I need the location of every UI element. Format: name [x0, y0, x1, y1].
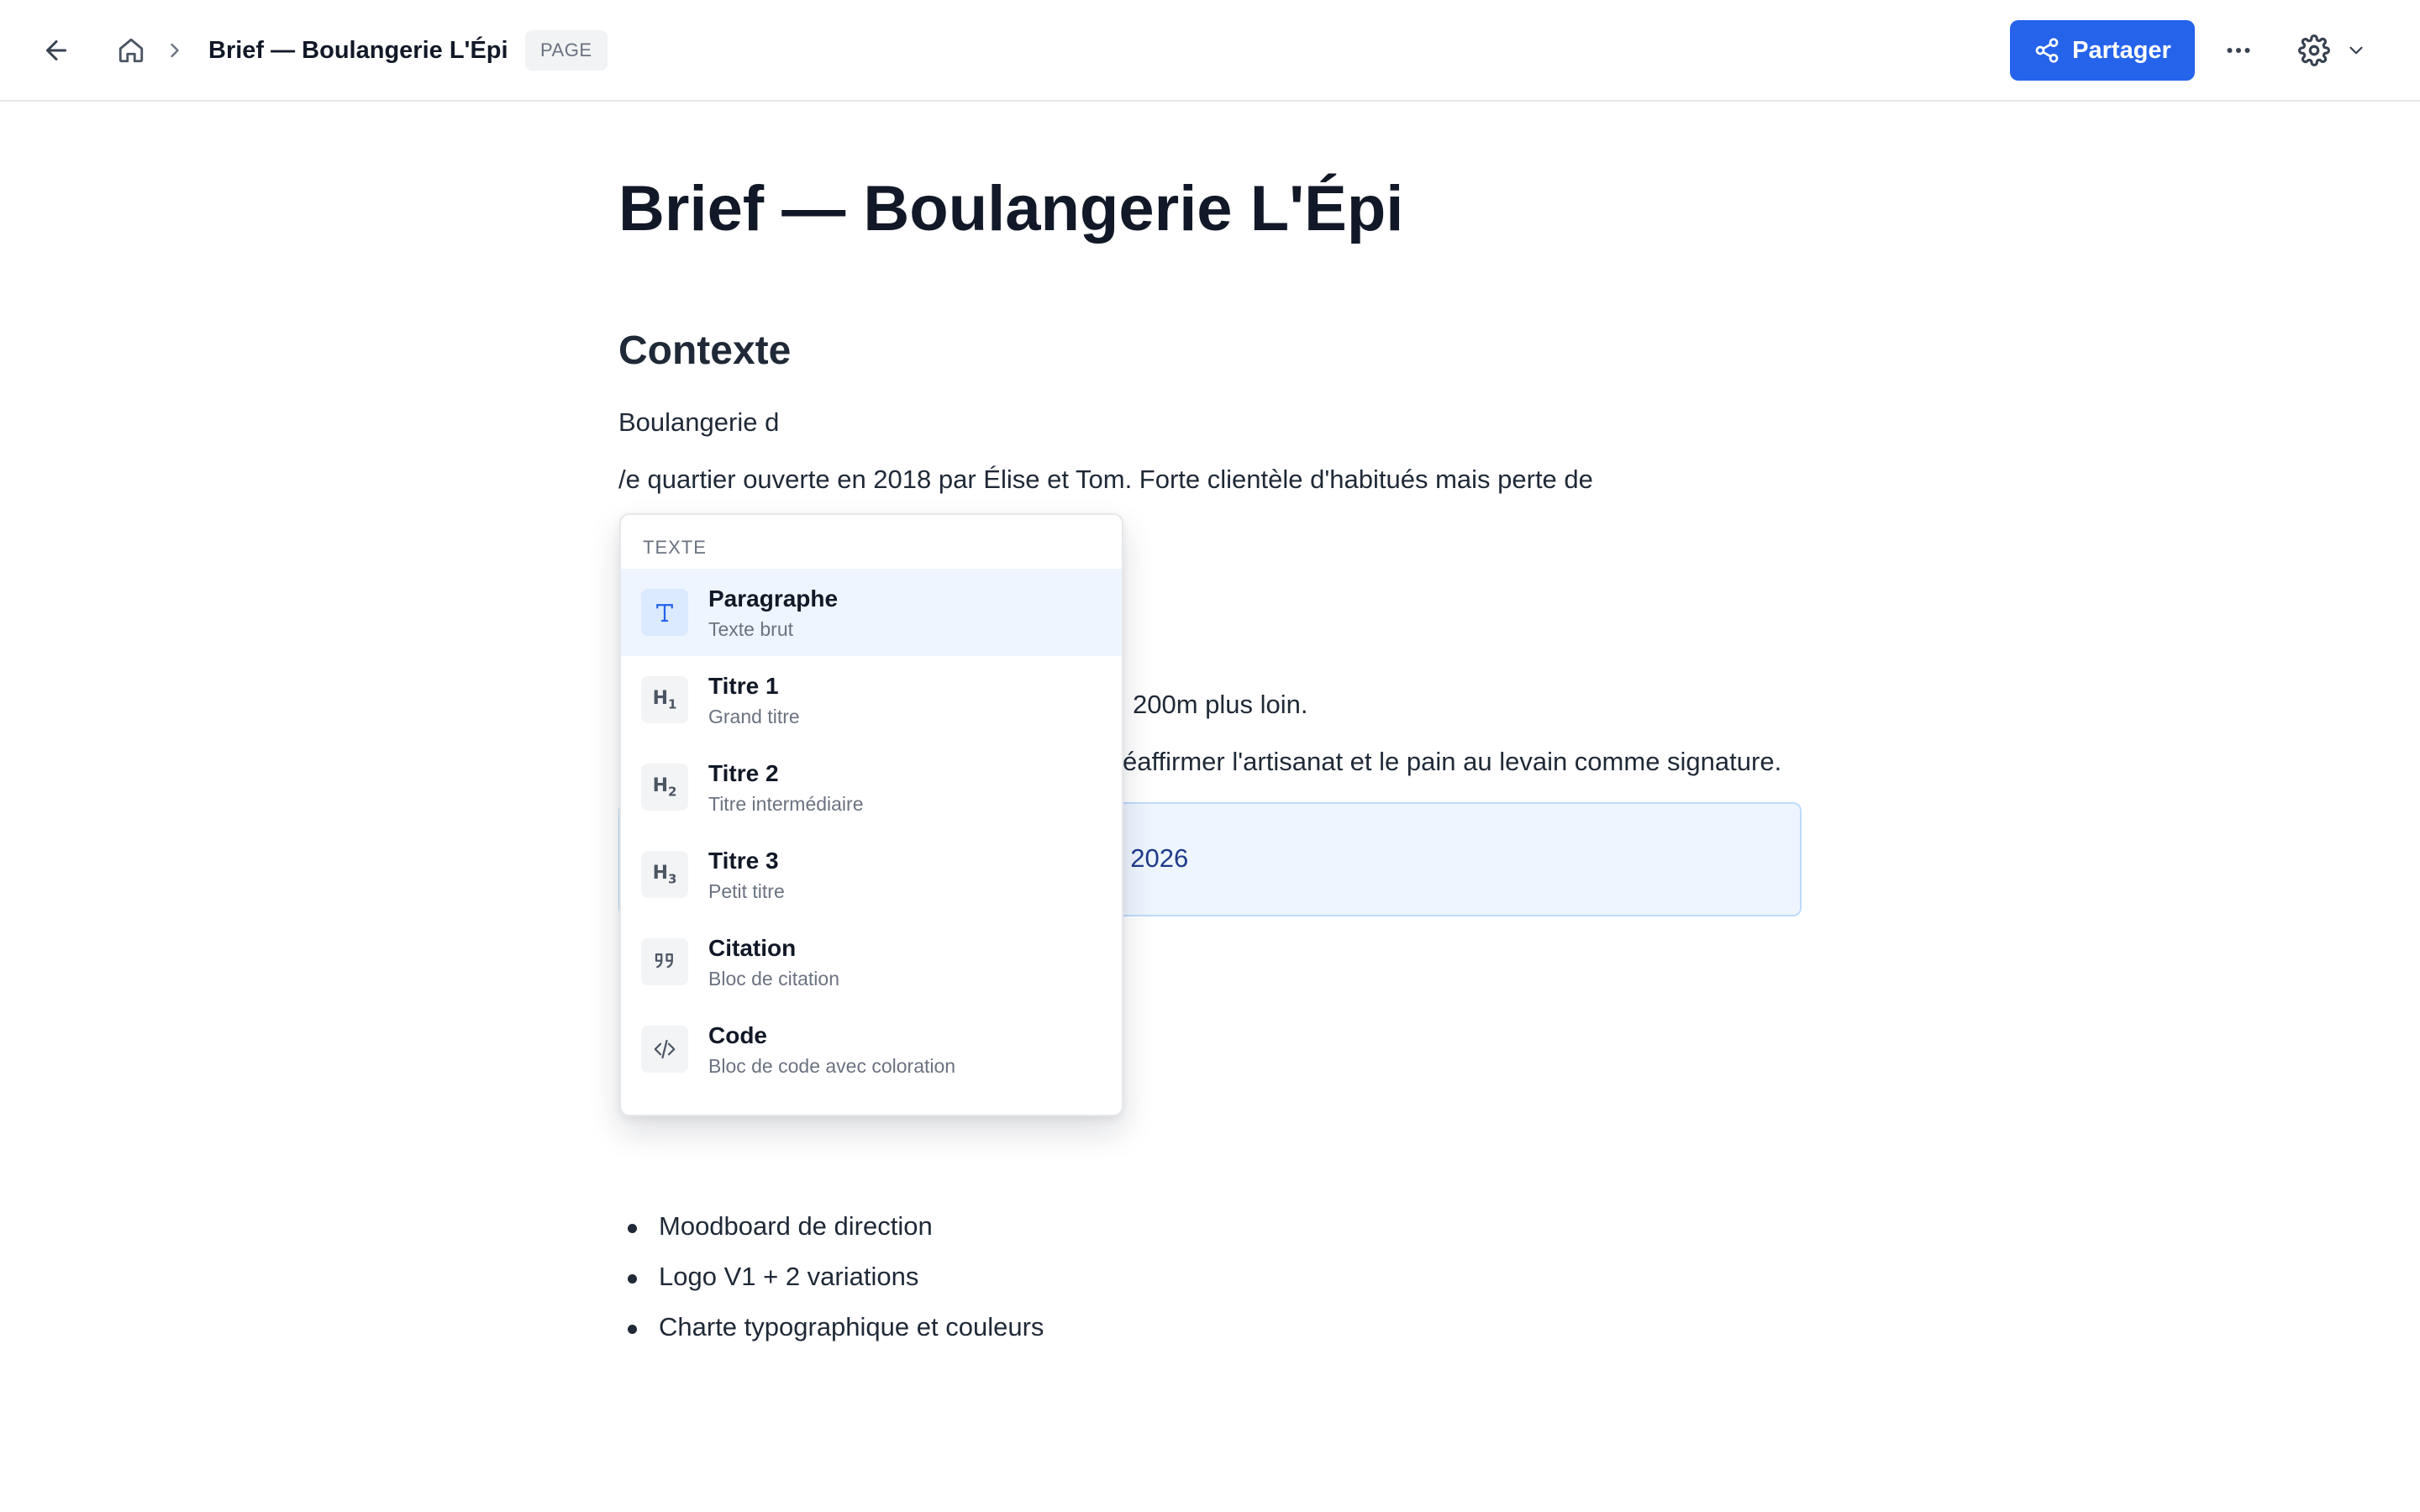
- chevron-down-icon: [2349, 46, 2363, 55]
- menu-item-quote[interactable]: Citation Bloc de citation: [621, 918, 1122, 1005]
- menu-item-description: Texte brut: [708, 618, 793, 640]
- heading-2-icon: H2: [641, 764, 688, 811]
- paragraph[interactable]: Boulangerie d: [618, 402, 779, 444]
- menu-item-label: Code: [708, 1022, 767, 1048]
- menu-item-label: Citation: [708, 935, 797, 961]
- more-options-button[interactable]: [2212, 24, 2265, 77]
- menu-item-paragraph[interactable]: Paragraphe Texte brut: [621, 569, 1122, 656]
- share-button-label: Partager: [2072, 36, 2171, 64]
- chevron-right-icon: [171, 43, 179, 58]
- document-title[interactable]: Brief — Boulangerie L'Épi: [618, 167, 1403, 251]
- gear-icon: [2298, 34, 2330, 66]
- heading-3-icon: H3: [641, 851, 688, 898]
- paragraph[interactable]: 200m plus loin.: [1133, 684, 1308, 726]
- menu-item-description: Titre intermédiaire: [708, 793, 864, 815]
- block-type-menu: TEXTE Paragraphe Texte brut H1 Titre 1 G…: [619, 513, 1123, 1116]
- top-bar: Brief — Boulangerie L'Épi PAGE Partager: [0, 0, 2420, 102]
- share-icon: [2035, 38, 2059, 63]
- paragraph-icon: [641, 589, 688, 636]
- menu-item-label: Paragraphe: [708, 585, 839, 612]
- home-icon: [118, 38, 144, 63]
- menu-item-label: Titre 2: [708, 760, 779, 786]
- heading-1-icon: H1: [641, 676, 688, 723]
- code-icon: [641, 1026, 688, 1073]
- callout-text: : 2026: [1116, 843, 1189, 873]
- quote-icon: [641, 938, 688, 985]
- menu-item-description: Bloc de citation: [708, 968, 839, 990]
- menu-item-description: Bloc de code avec coloration: [708, 1055, 956, 1077]
- share-button[interactable]: Partager: [2010, 20, 2195, 81]
- bullet-list: Moodboard de direction Logo V1 + 2 varia…: [618, 1204, 1044, 1355]
- menu-item-heading-3[interactable]: H3 Titre 3 Petit titre: [621, 831, 1122, 918]
- paragraph[interactable]: /e quartier ouverte en 2018 par Élise et…: [618, 459, 1593, 501]
- back-button[interactable]: [29, 24, 83, 77]
- menu-item-label: Titre 1: [708, 673, 779, 699]
- more-horizontal-icon: [2227, 48, 2250, 53]
- menu-item-code[interactable]: Code Bloc de code avec coloration: [621, 1005, 1122, 1093]
- menu-item-heading-1[interactable]: H1 Titre 1 Grand titre: [621, 656, 1122, 743]
- menu-item-heading-2[interactable]: H2 Titre 2 Titre intermédiaire: [621, 743, 1122, 831]
- list-item[interactable]: Moodboard de direction: [618, 1204, 1044, 1254]
- paragraph[interactable]: éaffirmer l'artisanat et le pain au leva…: [1123, 741, 1781, 783]
- page-type-badge: PAGE: [525, 30, 608, 71]
- menu-item-label: Titre 3: [708, 848, 779, 874]
- list-item[interactable]: Charte typographique et couleurs: [618, 1305, 1044, 1355]
- settings-button[interactable]: [2287, 24, 2378, 77]
- list-item[interactable]: Logo V1 + 2 variations: [618, 1254, 1044, 1305]
- arrow-left-icon: [46, 40, 66, 60]
- menu-section-label: TEXTE: [643, 537, 707, 558]
- home-button[interactable]: [104, 24, 158, 77]
- section-heading[interactable]: Contexte: [618, 322, 791, 381]
- menu-item-description: Grand titre: [708, 706, 800, 727]
- breadcrumb-current-page[interactable]: Brief — Boulangerie L'Épi: [208, 32, 508, 69]
- menu-item-description: Petit titre: [708, 880, 785, 902]
